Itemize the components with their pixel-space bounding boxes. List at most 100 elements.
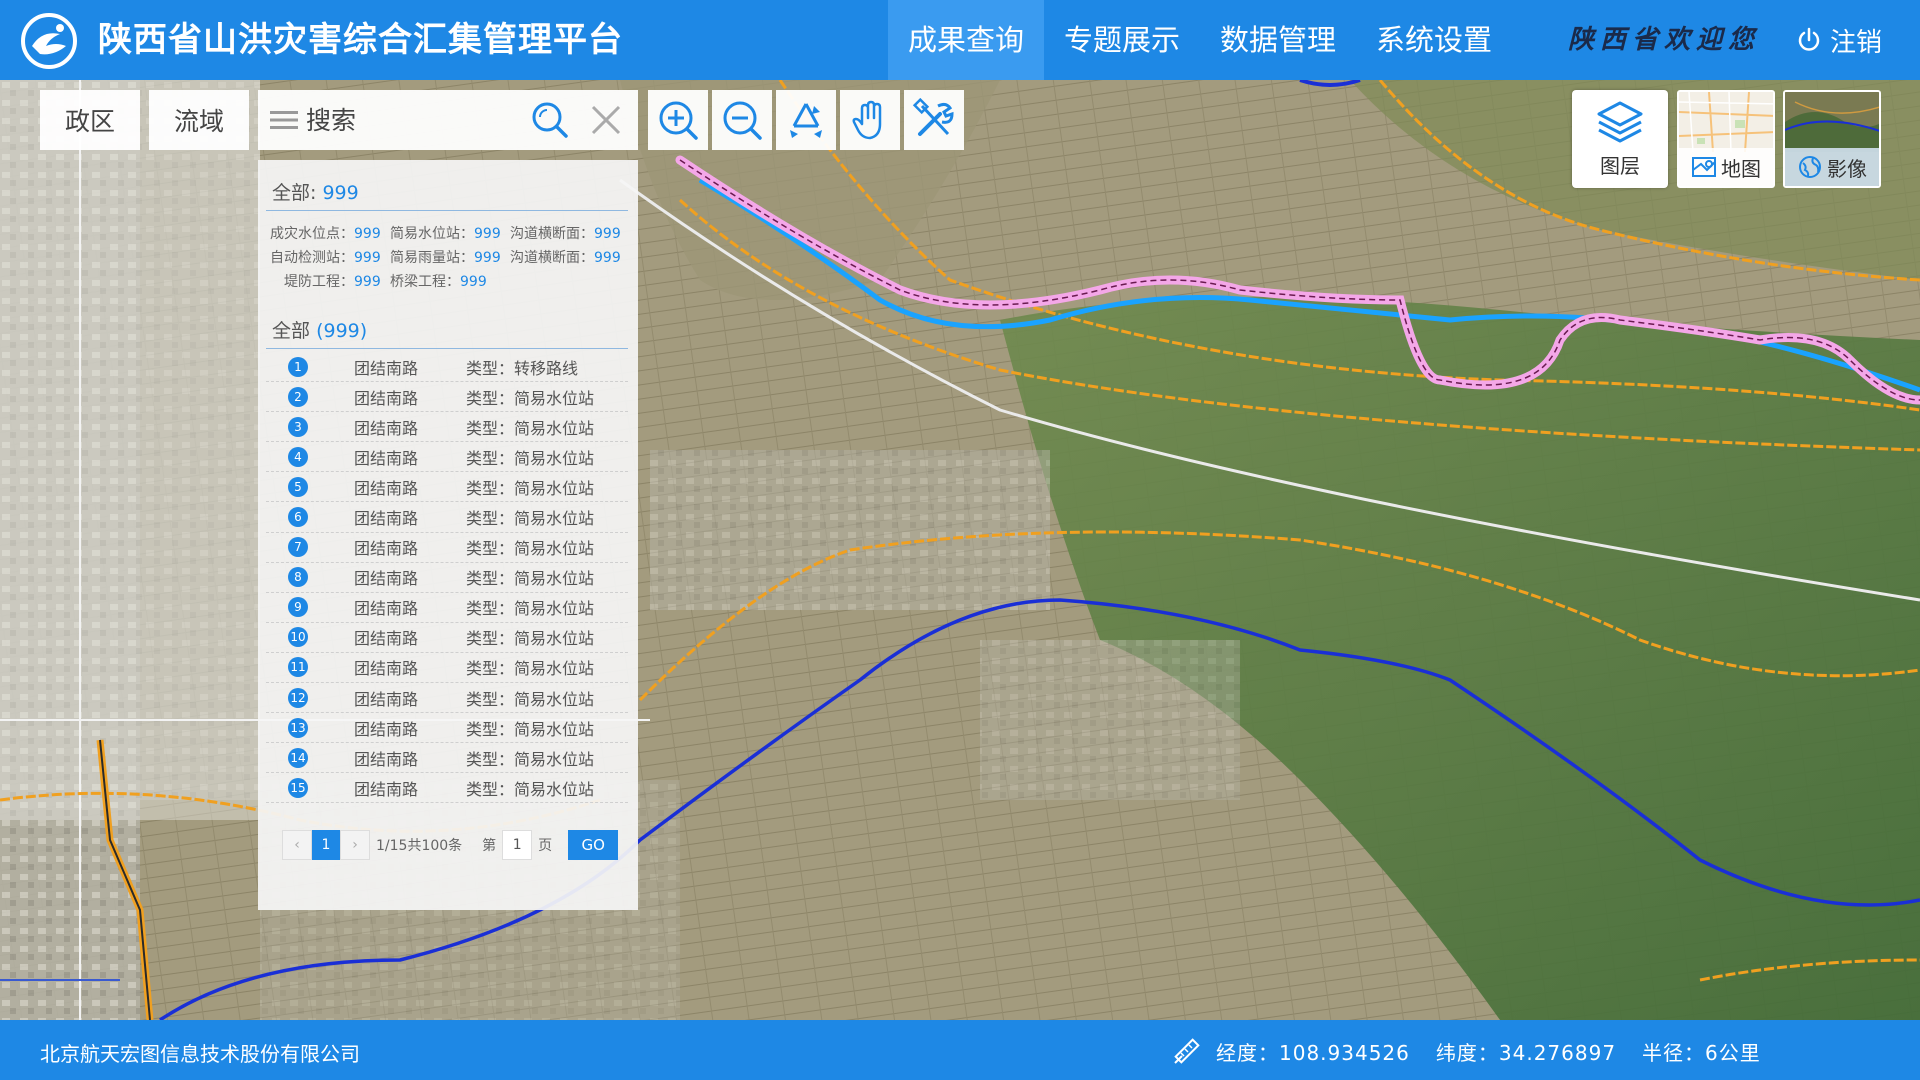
item-name: 团结南路 [354, 388, 419, 408]
list-title: 全部 (999) [272, 316, 367, 343]
item-name: 团结南路 [354, 418, 419, 438]
layers-icon [1597, 101, 1643, 142]
nav-results-query[interactable]: 成果查询 [888, 0, 1045, 80]
list-item[interactable]: 10 团结南路 类型：简易水位站 [266, 623, 628, 653]
zoom-in-icon [659, 101, 698, 140]
stat-bridge-project[interactable]: 桥梁工程：999 [390, 270, 510, 294]
list-item[interactable]: 5 团结南路 类型：简易水位站 [266, 472, 628, 503]
item-index-badge: 2 [288, 386, 308, 407]
list-item[interactable]: 4 团结南路 类型：简易水位站 [266, 442, 628, 473]
pan-hand-icon [852, 100, 882, 140]
item-type: 类型：简易水位站 [466, 629, 595, 649]
list-label: 全部 [272, 320, 311, 342]
vector-map-label-wrap: 地图 [1679, 148, 1773, 186]
item-type: 类型：简易水位站 [466, 779, 595, 799]
go-button[interactable]: GO [568, 830, 619, 860]
vector-map-label: 地图 [1721, 156, 1761, 181]
nav-system-settings[interactable]: 系统设置 [1356, 0, 1512, 80]
item-name: 团结南路 [354, 509, 419, 529]
item-index-badge: 5 [288, 476, 308, 497]
item-type: 类型：简易水位站 [466, 659, 595, 679]
zoom-out-icon [723, 101, 762, 140]
item-type: 类型：简易水位站 [466, 719, 595, 739]
stat-simple-water-station[interactable]: 简易水位站：999 [390, 222, 510, 246]
menu-icon[interactable] [270, 108, 298, 132]
basemap-satellite-toggle[interactable]: 影像 [1783, 90, 1881, 188]
tab-administrative-region[interactable]: 政区 [40, 90, 140, 150]
recycle-icon [790, 103, 822, 138]
stat-channel-section[interactable]: 沟道横断面：999 [510, 222, 630, 246]
stat-auto-monitor-station[interactable]: 自动检测站：999 [270, 246, 390, 270]
item-index-badge: 14 [288, 747, 308, 768]
stat-channel-section[interactable]: 沟道横断面：999 [510, 246, 630, 270]
item-index-badge: 9 [288, 597, 308, 618]
item-index-badge: 10 [288, 627, 308, 648]
latitude-value: 纬度：34.276897 [1435, 1040, 1617, 1065]
list-item[interactable]: 9 团结南路 类型：简易水位站 [266, 593, 628, 623]
company-name: 北京航天宏图信息技术股份有限公司 [40, 1042, 360, 1066]
item-type: 类型：简易水位站 [466, 388, 595, 408]
list-item[interactable]: 8 团结南路 类型：简易水位站 [266, 563, 628, 593]
stat-simple-rain-station[interactable]: 简易雨量站：999 [390, 246, 510, 270]
item-name: 团结南路 [354, 448, 419, 468]
logout-label: 注销 [1830, 27, 1883, 58]
pan-button[interactable] [840, 90, 900, 150]
main-nav: 成果查询 专题展示 数据管理 系统设置 [888, 0, 1512, 80]
list-item[interactable]: 3 团结南路 类型：简易水位站 [266, 412, 628, 443]
result-panel: 全部: 999 成灾水位点：999 简易水位站：999 沟道横断面：999 自动… [258, 160, 638, 910]
close-icon[interactable] [588, 102, 624, 138]
vector-map-thumbnail [1679, 92, 1773, 153]
list-item[interactable]: 13 团结南路 类型：简易水位站 [266, 713, 628, 744]
prev-page-button[interactable]: ‹ [282, 830, 312, 860]
satellite-label-wrap: 影像 [1785, 148, 1879, 186]
satellite-label: 影像 [1827, 156, 1867, 181]
layers-button[interactable]: 图层 [1572, 90, 1668, 188]
list-item[interactable]: 2 团结南路 类型：简易水位站 [266, 382, 628, 413]
item-name: 团结南路 [354, 749, 419, 769]
item-type: 类型：简易水位站 [466, 509, 595, 529]
page-number-current[interactable]: 1 [312, 830, 340, 860]
logout-button[interactable]: 注销 [1796, 22, 1882, 58]
nav-data-management[interactable]: 数据管理 [1200, 0, 1356, 80]
layers-label: 图层 [1600, 153, 1640, 178]
search-icon[interactable] [530, 100, 570, 140]
item-type: 类型：简易水位站 [466, 569, 595, 589]
list-item[interactable]: 7 团结南路 类型：简易水位站 [266, 533, 628, 563]
goto-prefix: 第 [482, 838, 497, 854]
search-input[interactable] [306, 105, 526, 135]
status-bar: 北京航天宏图信息技术股份有限公司 经度：108.934526 纬度：34.276… [0, 1020, 1920, 1080]
zoom-in-button[interactable] [648, 90, 708, 150]
item-index-badge: 13 [288, 717, 308, 738]
zoom-out-button[interactable] [712, 90, 772, 150]
item-index-badge: 8 [288, 567, 308, 588]
app-header: 陕西省山洪灾害综合汇集管理平台 成果查询 专题展示 数据管理 系统设置 陕西省欢… [0, 0, 1920, 80]
search-bar [258, 90, 638, 150]
page-info: 1/15共100条 [376, 838, 463, 854]
item-index-badge: 6 [288, 507, 308, 528]
list-item[interactable]: 15 团结南路 类型：简易水位站 [266, 773, 628, 804]
list-item[interactable]: 11 团结南路 类型：简易水位站 [266, 653, 628, 684]
stat-embankment-project[interactable]: 堤防工程：999 [270, 270, 390, 294]
tools-button[interactable] [904, 90, 964, 150]
list-item[interactable]: 1 团结南路 类型：转移路线 [266, 352, 628, 383]
list-item[interactable]: 6 团结南路 类型：简易水位站 [266, 502, 628, 533]
refresh-button[interactable] [776, 90, 836, 150]
stat-flood-level-point[interactable]: 成灾水位点：999 [270, 222, 390, 246]
globe-icon [1799, 156, 1821, 178]
summary-count: 999 [322, 182, 359, 204]
tab-river-basin[interactable]: 流域 [149, 90, 249, 150]
item-type: 类型：简易水位站 [466, 448, 595, 468]
item-index-badge: 11 [288, 657, 308, 678]
divider [266, 348, 628, 349]
item-type: 类型：简易水位站 [466, 418, 595, 438]
goto-page-input[interactable] [502, 830, 533, 860]
nav-thematic-display[interactable]: 专题展示 [1044, 0, 1200, 80]
list-item[interactable]: 12 团结南路 类型：简易水位站 [266, 683, 628, 714]
next-page-button[interactable]: › [340, 830, 370, 860]
pagination: ‹ 1 › 1/15共100条 第 页 GO [282, 830, 619, 860]
basemap-vector-toggle[interactable]: 地图 [1677, 90, 1775, 188]
list-item[interactable]: 14 团结南路 类型：简易水位站 [266, 743, 628, 774]
list-count: (999) [316, 320, 368, 342]
item-name: 团结南路 [354, 539, 419, 559]
map-icon [1692, 157, 1716, 177]
